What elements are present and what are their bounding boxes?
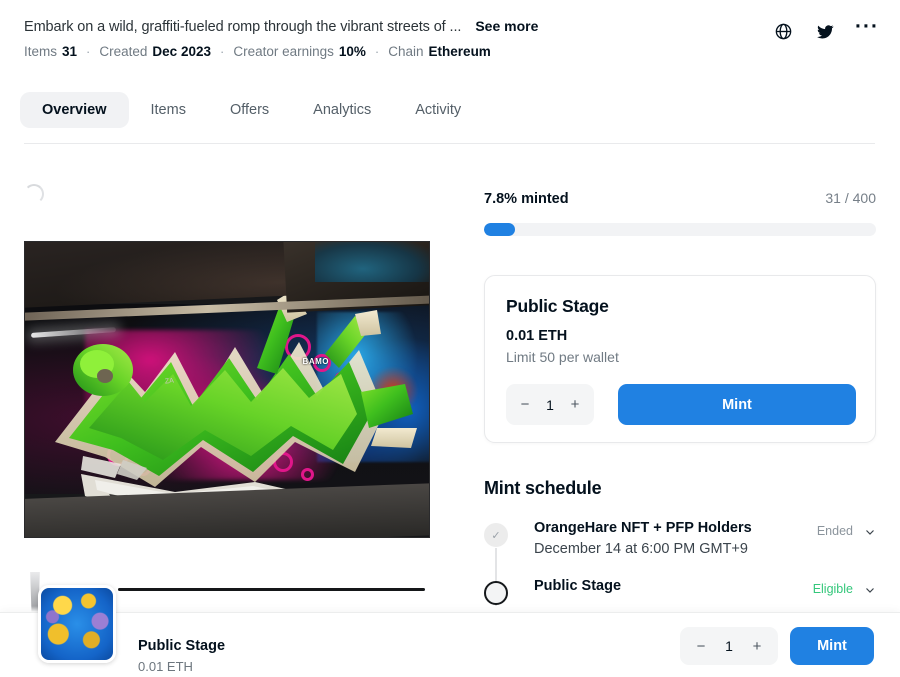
meta-created: Created Dec 2023 [99,44,211,59]
meta-created-value: Dec 2023 [152,44,211,59]
loading-spinner-icon [24,184,44,204]
mint-stage-price: 0.01 ETH [506,328,568,344]
mint-schedule-row-body: Public Stage [534,578,813,594]
mural-artist-tag: BAMO [302,357,329,366]
quantity-stepper: − 1 + [506,384,594,425]
bottom-quantity-value: 1 [725,638,733,654]
more-horizontal-icon[interactable]: ··· [855,16,878,42]
tab-activity[interactable]: Activity [393,92,483,128]
status-badge: Eligible [812,582,853,596]
bottom-quantity-stepper: − 1 + [680,627,778,665]
status-badge: Ended [816,524,853,538]
minted-percent-label: 7.8% minted [484,191,569,207]
bottom-mint-button[interactable]: Mint [790,627,874,665]
mint-schedule-title: Mint schedule [484,478,602,498]
bottom-mint-bar: Public Stage 0.01 ETH − 1 + Mint [0,585,900,677]
collection-header: Embark on a wild, graffiti-fueled romp t… [24,18,876,59]
meta-chain: Chain Ethereum [388,44,491,59]
quantity-decrease-button[interactable]: − [518,396,532,413]
mural-artist-tag-secondary: ZA [164,377,175,386]
carousel-scroll-track[interactable] [118,588,425,591]
see-more-link[interactable]: See more [475,18,538,34]
mint-stage-card: Public Stage 0.01 ETH Limit 50 per walle… [484,275,876,443]
description-row: Embark on a wild, graffiti-fueled romp t… [24,18,876,35]
meta-separator-1: · [86,44,91,59]
globe-icon[interactable] [772,20,794,42]
mint-stage-limit: Limit 50 per wallet [506,349,619,365]
mint-progress-bar [484,223,876,236]
mint-stage-title: Public Stage [506,296,609,316]
meta-separator-2: · [219,44,225,59]
collection-tabs: Overview Items Offers Analytics Activity [20,92,483,128]
tab-offers[interactable]: Offers [208,92,291,128]
mint-schedule-row-right: Eligible [813,582,876,596]
tab-items[interactable]: Items [129,92,208,128]
mural-top-blue-accent [315,242,429,282]
meta-items-label: Items [24,44,58,59]
mint-schedule-row-time: December 14 at 6:00 PM GMT+9 [534,541,748,557]
mint-schedule-row-right: Ended [817,524,876,538]
check-circle-icon: ✓ [484,523,508,547]
meta-earnings-value: 10% [338,44,366,59]
bottom-bar-price: 0.01 ETH [138,659,193,674]
mint-schedule-row-name: Public Stage [534,578,622,594]
meta-items-value: 31 [62,44,78,59]
meta-created-label: Created [99,44,148,59]
mint-schedule-row[interactable]: ✓ OrangeHare NFT + PFP Holders December … [484,520,876,606]
collection-meta: Items 31 · Created Dec 2023 · Creator ea… [24,44,876,59]
quantity-increase-button[interactable]: + [568,396,582,413]
header-action-icons: ··· [772,16,878,42]
bottom-quantity-increase-button[interactable]: + [750,638,764,655]
meta-chain-label: Chain [388,44,424,59]
mint-button[interactable]: Mint [618,384,856,425]
meta-separator-3: · [374,44,380,59]
quantity-value: 1 [546,396,554,413]
bottom-bar-stage-name: Public Stage [138,638,226,654]
mint-schedule-row-name: OrangeHare NFT + PFP Holders [534,520,752,536]
meta-chain-value: Ethereum [428,44,491,59]
twitter-icon[interactable] [814,20,836,42]
meta-earnings-label: Creator earnings [233,44,334,59]
chevron-down-icon[interactable] [864,583,876,595]
collection-thumbnail[interactable] [38,585,116,663]
header-divider [24,143,875,144]
mint-progress-labels: 7.8% minted 31 / 400 [484,190,876,207]
empty-circle-icon [484,581,508,605]
graffiti-mural-image: BAMO ZA [24,241,430,538]
meta-items: Items 31 [24,44,77,59]
mint-schedule-row-body: OrangeHare NFT + PFP Holders December 14… [534,520,817,557]
minted-count-label: 31 / 400 [825,190,876,206]
tab-overview[interactable]: Overview [20,92,129,128]
bottom-quantity-decrease-button[interactable]: − [694,638,708,655]
collection-description: Embark on a wild, graffiti-fueled romp t… [24,19,462,35]
chevron-down-icon[interactable] [864,525,876,537]
mint-progress-fill [484,223,515,236]
nft-collection-page: Embark on a wild, graffiti-fueled romp t… [0,0,900,677]
meta-earnings: Creator earnings 10% [233,44,366,59]
tab-analytics[interactable]: Analytics [291,92,393,128]
mint-progress-section: 7.8% minted 31 / 400 [484,190,876,236]
